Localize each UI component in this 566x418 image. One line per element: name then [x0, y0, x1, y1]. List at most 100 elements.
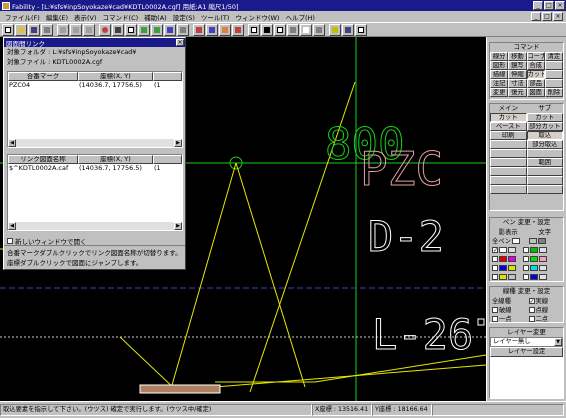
pen-swatch-pink[interactable] — [539, 255, 547, 262]
pen-swatch-grey-2[interactable] — [537, 237, 546, 244]
pen-swatch-magenta[interactable] — [508, 255, 516, 262]
rect-icon[interactable] — [248, 23, 260, 36]
minimize-button[interactable]: _ — [533, 1, 543, 10]
measure-icon[interactable] — [287, 23, 299, 36]
undo-icon[interactable] — [99, 23, 111, 36]
cmd-line-button[interactable]: 線分 — [490, 52, 509, 61]
link-list[interactable]: リンク図面名称 座標(X, Y) $^KDTL0002A.caf (14036.… — [7, 154, 183, 231]
pen-char-2-checkbox[interactable] — [523, 255, 529, 262]
scroll-right-icon[interactable]: ▶ — [174, 222, 182, 230]
maximize-button[interactable]: □ — [544, 1, 554, 10]
sub-import-button[interactable]: 取込 — [526, 131, 563, 140]
menu-tools[interactable]: ツール(T) — [198, 12, 233, 22]
zoom-out-icon[interactable] — [151, 23, 163, 36]
main-paste-button[interactable]: ペースト — [490, 122, 527, 131]
pen-swatch-white[interactable] — [499, 246, 507, 253]
zoom-icon[interactable] — [125, 23, 137, 36]
pen-3-checkbox[interactable] — [492, 264, 498, 271]
cmd-shape-button[interactable]: 図形 — [490, 61, 509, 70]
ortho-icon[interactable] — [206, 23, 218, 36]
cmd-restore-button[interactable]: 復元 — [508, 88, 527, 97]
cmd-corner-button[interactable]: コーナー — [526, 52, 545, 61]
pen-swatch-lightgrey[interactable] — [508, 246, 516, 253]
menu-window[interactable]: ウィンドウ(W) — [232, 12, 282, 22]
pen-swatch-blue[interactable] — [499, 264, 507, 271]
new-window-checkbox[interactable] — [7, 238, 13, 244]
tools-icon[interactable] — [342, 23, 354, 36]
menu-view[interactable]: 表示(V) — [71, 12, 100, 22]
line-solid-option[interactable]: ✓ 実線 — [527, 296, 564, 305]
pen-swatch-green[interactable] — [530, 246, 538, 253]
layer-list[interactable] — [490, 357, 563, 397]
horizontal-scrollbar[interactable]: ◀ ▶ — [8, 222, 182, 230]
pen-1-checkbox[interactable]: ✓ — [492, 246, 498, 253]
pen-swatch-green-2[interactable] — [530, 255, 538, 262]
cmd-move-button[interactable]: 移動 — [508, 52, 527, 61]
cmd-change-button[interactable]: 変更 — [490, 88, 509, 97]
cmd-cut-button[interactable]: カット — [526, 70, 545, 79]
column-link-coord[interactable]: 座標(X, Y) — [78, 155, 153, 164]
cmd-stretch-button[interactable]: 伸縮 — [508, 70, 527, 79]
main-print-button[interactable]: 印刷 — [490, 131, 527, 140]
open-folder-icon[interactable] — [15, 23, 27, 36]
menu-settings[interactable]: 設定(S) — [170, 12, 198, 22]
line-solid-checkbox[interactable]: ✓ — [528, 297, 535, 304]
pen-swatch-grey-1[interactable] — [528, 237, 537, 244]
cmd-empty-1[interactable] — [544, 61, 563, 70]
pen-swatch-lightgrey-4[interactable] — [539, 273, 547, 280]
menu-file[interactable]: ファイル(F) — [2, 12, 43, 22]
mdi-restore-button[interactable]: □ — [542, 12, 552, 21]
list-item[interactable]: $^KDTL0002A.caf (14036.7, 17756.5) (1 — [8, 164, 182, 172]
cmd-mirror-button[interactable]: 鏡写 — [508, 61, 527, 70]
cut-icon[interactable] — [57, 23, 69, 36]
save-icon[interactable] — [28, 23, 40, 36]
pen-icon[interactable] — [232, 23, 244, 36]
column-link-name[interactable]: リンク図面名称 — [8, 155, 78, 164]
fill-icon[interactable] — [261, 23, 273, 36]
cmd-empty-3[interactable] — [544, 79, 563, 88]
mdi-close-button[interactable]: × — [553, 12, 563, 21]
options-icon[interactable] — [355, 23, 367, 36]
menu-edit[interactable]: 編集(E) — [43, 12, 71, 22]
cmd-dimension-button[interactable]: 寸法 — [508, 79, 527, 88]
horizontal-scrollbar[interactable]: ◀ ▶ — [8, 139, 182, 147]
mark-list[interactable]: 合番マーク 座標(X, Y) PZC04 (14036.7, 17756.5) … — [7, 71, 183, 148]
layer-select[interactable]: レイヤー無し ▼ — [490, 337, 563, 347]
sub-partial-cut-button[interactable]: 部分カット — [526, 122, 563, 131]
line-dotted-checkbox[interactable] — [528, 306, 535, 313]
new-file-icon[interactable] — [2, 23, 14, 36]
menu-command[interactable]: コマンド(C) — [100, 12, 142, 22]
list-item[interactable]: PZC04 (14036.7, 17756.5) (1 — [8, 81, 182, 89]
sub-cut-button[interactable]: カット — [526, 113, 563, 122]
paste-icon[interactable] — [83, 23, 95, 36]
print-icon[interactable] — [41, 23, 53, 36]
pen-swatch-yellow[interactable] — [508, 264, 516, 271]
redo-icon[interactable] — [112, 23, 124, 36]
scroll-left-icon[interactable]: ◀ — [8, 222, 16, 230]
line-all-option[interactable]: 全線種 — [490, 296, 527, 305]
pen-swatch-red[interactable] — [499, 255, 507, 262]
cmd-clear-button[interactable]: 清定 — [544, 52, 563, 61]
pen-swatch-blue-2[interactable] — [530, 273, 538, 280]
cmd-note-button[interactable]: 注記 — [490, 79, 509, 88]
scroll-right-icon[interactable]: ▶ — [174, 139, 182, 147]
menu-help[interactable]: ヘルプ(H) — [282, 12, 317, 22]
check-icon[interactable] — [329, 23, 341, 36]
layer-settings-button[interactable]: レイヤー設定 — [490, 347, 563, 357]
box-icon[interactable] — [274, 23, 286, 36]
main-cut-button[interactable]: カット — [490, 113, 527, 122]
dialog-close-button[interactable]: × — [176, 39, 184, 46]
pen-swatch-yellow-2[interactable] — [499, 273, 507, 280]
line-dotted-option[interactable]: 点線 — [527, 305, 564, 314]
layer-icon[interactable] — [219, 23, 231, 36]
pen-4-checkbox[interactable] — [492, 273, 498, 280]
line-dashdot-checkbox[interactable] — [492, 315, 498, 322]
line-dashdotdot-checkbox[interactable] — [528, 315, 535, 322]
prop-icon[interactable] — [313, 23, 325, 36]
chevron-down-icon[interactable]: ▼ — [554, 338, 562, 346]
pen-swatch-lightgrey-3[interactable] — [539, 264, 547, 271]
zoom-in-icon[interactable] — [138, 23, 150, 36]
cmd-delete-button[interactable]: 削除 — [544, 88, 563, 97]
line-dashdotdot-option[interactable]: 二点 — [527, 314, 564, 323]
grid-icon[interactable] — [177, 23, 189, 36]
